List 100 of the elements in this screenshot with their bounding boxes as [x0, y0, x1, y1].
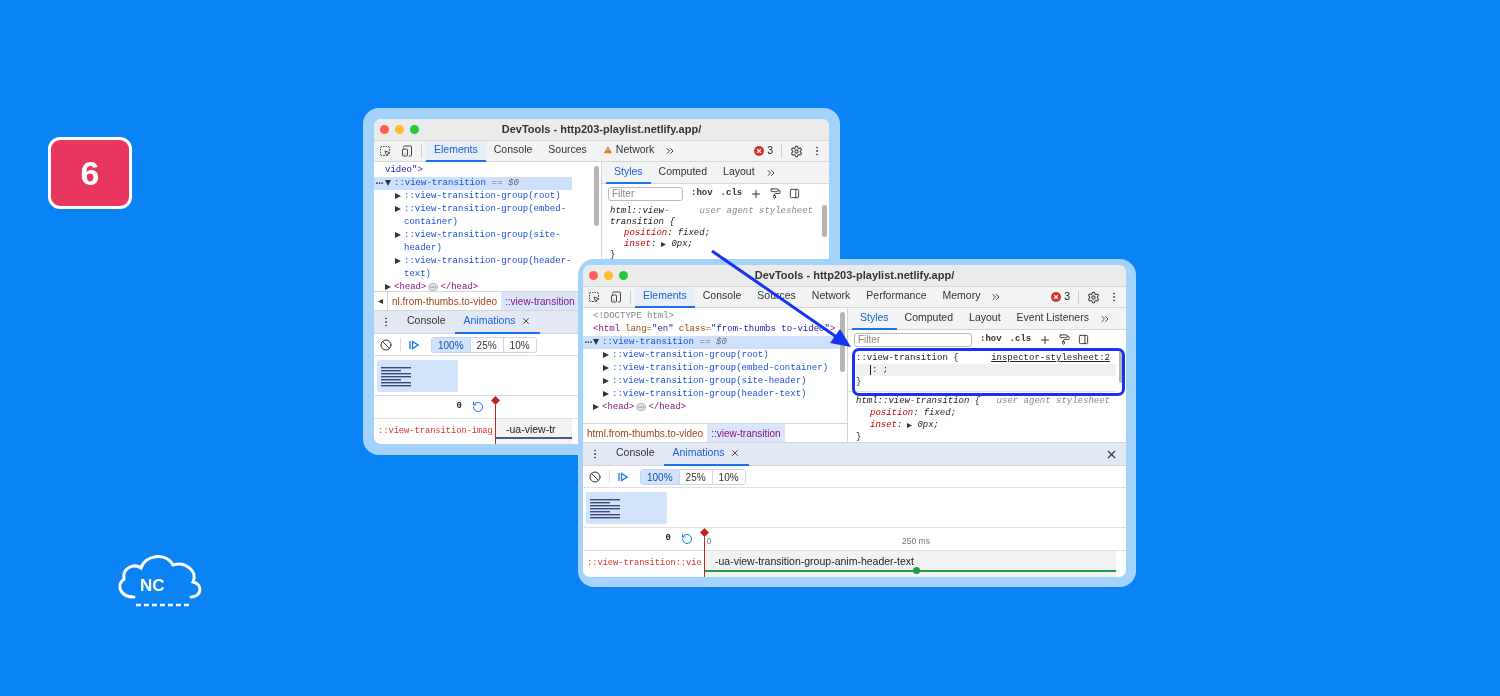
property-name[interactable]: position:	[870, 407, 919, 419]
filter-field[interactable]: Filter	[854, 332, 972, 347]
clear-icon[interactable]	[380, 338, 392, 351]
close-window-button[interactable]	[589, 271, 598, 280]
breadcrumb[interactable]: html.from-thumbs.to-video	[583, 424, 708, 442]
property-name[interactable]: position:	[624, 228, 673, 239]
triangle-icon[interactable]	[907, 422, 913, 428]
panel-tab[interactable]: Sources	[540, 140, 595, 162]
animation-bar[interactable]: -ua-view-transition-group-anim-header-text	[705, 551, 1116, 577]
property-name[interactable]: inset:	[624, 239, 657, 250]
settings-icon[interactable]	[790, 144, 803, 158]
panel-tab[interactable]: Performance	[858, 286, 935, 308]
animation-preview[interactable]	[586, 491, 667, 524]
toggle-button[interactable]: .cls	[1009, 332, 1032, 347]
speed-button[interactable]: 10%	[711, 469, 745, 484]
source-link[interactable]: inspector-stylesheet:2	[991, 352, 1110, 364]
playhead-marker-icon[interactable]	[491, 396, 500, 405]
dom-tree-row[interactable]: ::view-transition-group(header-text)	[374, 255, 572, 281]
replay-icon[interactable]	[472, 401, 484, 413]
device-icon[interactable]	[610, 291, 622, 303]
breadcrumb[interactable]: ::view-transition	[501, 292, 578, 310]
panel-tab[interactable]: Network	[803, 286, 859, 308]
sidebar-tab[interactable]: Styles	[852, 307, 897, 330]
scrollbar[interactable]	[1119, 351, 1124, 383]
triangle-icon[interactable]	[603, 391, 609, 397]
speed-button[interactable]: 100%	[432, 337, 470, 352]
inspect-icon[interactable]	[379, 145, 391, 157]
sidebar-tab[interactable]: Layout	[715, 161, 763, 184]
speed-button[interactable]: 10%	[502, 337, 536, 352]
dom-tree-row[interactable]: video">	[374, 164, 572, 177]
drawer-tab[interactable]: Animations	[663, 442, 750, 466]
triangle-icon[interactable]	[395, 232, 401, 238]
triangle-icon[interactable]	[395, 206, 401, 212]
playhead-marker-icon[interactable]	[700, 528, 709, 537]
triangle-icon[interactable]	[395, 258, 401, 264]
speed-button[interactable]: 100%	[641, 469, 679, 484]
sidebar-tab[interactable]: Computed	[896, 307, 962, 330]
scrollbar[interactable]	[594, 166, 599, 226]
triangle-icon[interactable]	[603, 352, 609, 358]
sidebar-toggle-icon[interactable]	[789, 188, 801, 199]
panel-tab[interactable]: Elements	[635, 286, 695, 308]
panel-tab[interactable]: Console	[694, 286, 750, 308]
animation-bar[interactable]: -ua-view-tr	[496, 419, 572, 444]
triangle-icon[interactable]	[395, 193, 401, 199]
new-rule-icon[interactable]	[750, 187, 763, 200]
play-icon[interactable]	[618, 471, 628, 482]
triangle-icon[interactable]	[385, 284, 391, 290]
drawer-tab[interactable]: Animations	[454, 310, 541, 334]
close-icon[interactable]	[521, 316, 532, 326]
triangle-icon[interactable]	[385, 180, 391, 186]
sidebar-tab[interactable]: Event Listeners	[1008, 307, 1097, 330]
sidebar-tab[interactable]: Layout	[961, 307, 1009, 330]
new-rule-icon[interactable]	[1039, 333, 1052, 346]
triangle-icon[interactable]	[603, 378, 609, 384]
settings-icon[interactable]	[1087, 290, 1100, 304]
scrollbar[interactable]	[822, 205, 827, 237]
property-value[interactable]: 0px;	[661, 239, 694, 250]
dom-tree-row[interactable]: ::view-transition-group(root)	[374, 190, 572, 203]
sidebar-tab[interactable]: Computed	[650, 161, 716, 184]
property-value[interactable]: 0px;	[907, 419, 940, 431]
paint-roller-icon[interactable]	[1059, 334, 1071, 345]
property-name[interactable]: inset:	[870, 419, 903, 431]
filter-field[interactable]: Filter	[608, 186, 683, 201]
play-icon[interactable]	[409, 339, 419, 350]
panel-tab[interactable]: Console	[485, 140, 541, 162]
panel-tab[interactable]: Elements	[426, 140, 486, 162]
triangle-icon[interactable]	[603, 365, 609, 371]
replay-icon[interactable]	[681, 533, 693, 545]
error-counter[interactable]: 3	[1051, 289, 1070, 305]
clear-icon[interactable]	[589, 470, 601, 483]
sidebar-toggle-icon[interactable]	[1078, 334, 1090, 345]
drawer-tab[interactable]: Console	[398, 310, 455, 334]
error-counter[interactable]: 3	[754, 143, 773, 159]
dom-tree-row[interactable]: ::view-transition-group(root)	[583, 349, 841, 362]
triangle-icon[interactable]	[661, 242, 667, 247]
animation-preview[interactable]	[377, 359, 458, 392]
drawer-tab[interactable]: Console	[607, 442, 664, 466]
sidebar-tab[interactable]: Styles	[606, 161, 651, 184]
close-icon[interactable]	[730, 448, 741, 458]
inspect-icon[interactable]	[588, 291, 600, 303]
paint-roller-icon[interactable]	[770, 188, 782, 199]
toggle-button[interactable]: .cls	[720, 186, 743, 201]
toggle-button[interactable]: :hov	[691, 186, 713, 201]
dom-tree-row[interactable]: ::view-transition-group(site-header)	[374, 229, 572, 255]
dom-tree-row[interactable]: ::view-transition-group(site-header)	[583, 375, 841, 388]
dom-tree-row[interactable]: <!DOCTYPE html>	[583, 310, 841, 323]
property-value[interactable]: fixed;	[677, 228, 711, 239]
close-window-button[interactable]	[380, 125, 389, 134]
property-editor[interactable]: : ;	[856, 364, 1116, 376]
dom-tree-row[interactable]: ::view-transition-group(embed-container)	[374, 203, 572, 229]
triangle-icon[interactable]	[593, 404, 599, 410]
dom-tree-row[interactable]: <head> </head>	[583, 401, 841, 414]
panel-tab[interactable]: Memory	[934, 286, 989, 308]
breadcrumb[interactable]: ::view-transition	[707, 424, 785, 442]
toggle-button[interactable]: :hov	[980, 332, 1002, 347]
dom-tree-row[interactable]: ::view-transition-group(header-text)	[583, 388, 841, 401]
panel-tab[interactable]: Network	[594, 140, 663, 162]
triangle-icon[interactable]	[593, 339, 599, 345]
breadcrumb[interactable]: nl.from-thumbs.to-video	[388, 292, 502, 310]
dom-tree-row[interactable]: ::view-transition == $0	[374, 177, 572, 190]
